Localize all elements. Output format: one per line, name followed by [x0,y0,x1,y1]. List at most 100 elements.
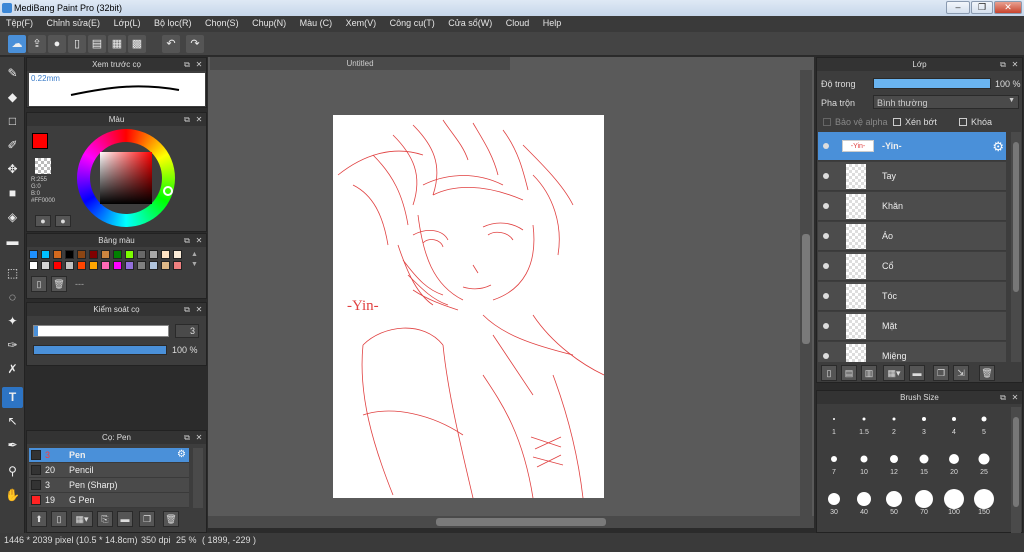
scroll-thumb[interactable] [436,518,606,526]
menu-file[interactable]: Tệp(F) [0,16,38,28]
gear-icon[interactable]: ⚙ [992,139,1004,155]
gradient-tool-icon[interactable]: ▬ [2,231,23,252]
layer-add-menu-icon[interactable]: ▦▾ [883,365,905,381]
visibility-icon[interactable] [823,323,829,329]
transparent-color-swatch[interactable] [35,158,51,174]
undo-icon[interactable]: ↶ [162,35,180,53]
menu-window[interactable]: Cửa sổ(W) [442,16,497,28]
layer-duplicate-icon[interactable]: ❐ [933,365,949,381]
palette-swatch[interactable] [89,250,98,259]
brush-size-cell[interactable]: 3 [909,407,939,437]
brush-duplicate-icon[interactable]: ❐ [139,511,155,527]
hue-cursor[interactable] [163,186,173,196]
palette-swatch[interactable] [173,261,182,270]
menu-tools[interactable]: Công cụ(T) [384,16,440,28]
palette-swatch[interactable] [113,261,122,270]
menu-filter[interactable]: Bộ lọc(R) [148,16,197,28]
visibility-icon[interactable] [823,263,829,269]
palette-delete-icon[interactable]: 🗑 [51,276,67,292]
rect-tool-icon[interactable]: □ [2,111,23,132]
brush-add-menu-icon[interactable]: ▦▾ [71,511,93,527]
comment-icon[interactable]: ● [48,35,66,53]
layer-row-yin[interactable]: -Yin- -Yin- ⚙ [818,132,1006,161]
lock-checkbox[interactable] [959,118,967,126]
text-tool-icon[interactable]: T [2,387,23,408]
undock-icon[interactable]: ⧉ [998,58,1008,71]
visibility-icon[interactable] [823,353,829,359]
protect-alpha-checkbox[interactable] [823,118,831,126]
scroll-thumb[interactable] [1013,417,1019,507]
palette-swatch[interactable] [125,250,134,259]
brush-folder-icon[interactable]: ▬ [117,511,133,527]
palette-swatch[interactable] [161,250,170,259]
hue-wheel[interactable] [77,129,175,227]
undock-icon[interactable]: ⧉ [182,303,192,316]
lasso-tool-icon[interactable]: ◌ [2,287,23,308]
layer-row[interactable]: Khăn [818,192,1006,221]
palette-swatch[interactable] [173,250,182,259]
undock-icon[interactable]: ⧉ [998,391,1008,404]
brush-size-cell[interactable]: 20 [939,447,969,477]
palette-swatch[interactable] [29,261,38,270]
maximize-button[interactable]: ❐ [971,1,993,14]
brush-size-cell[interactable]: 5 [969,407,999,437]
brush-item-g-pen[interactable]: 19 G Pen [29,493,189,508]
brush-size-cell[interactable]: 1 [819,407,849,437]
visibility-icon[interactable] [823,173,829,179]
primary-color-swatch[interactable] [32,133,48,149]
palette-swatch[interactable] [125,261,134,270]
menu-color[interactable]: Màu (C) [294,16,338,28]
panel-close-icon[interactable]: ✕ [194,303,204,316]
palette-swatch[interactable] [137,250,146,259]
dot-tool-icon[interactable]: ✐ [2,135,23,156]
brush-size-input[interactable]: 3 [175,324,199,338]
layer-row[interactable]: Tóc [818,282,1006,311]
dropper2-tool-icon[interactable]: ⚲ [2,461,23,482]
palette-swatch[interactable] [53,250,62,259]
eraser-tool-icon[interactable]: ◆ [2,87,23,108]
palette-scroll[interactable]: ▲ ▼ [191,250,201,272]
layer-new-icon[interactable]: ▯ [821,365,837,381]
hand-tool-icon[interactable]: ✋ [2,485,23,506]
brush-item-pen-sharp[interactable]: 3 Pen (Sharp) [29,478,189,493]
panel-close-icon[interactable]: ✕ [194,431,204,444]
scroll-thumb[interactable] [802,234,810,344]
menu-edit[interactable]: Chỉnh sửa(E) [41,16,106,28]
brush-size-cell[interactable]: 40 [849,487,879,517]
cloud-icon[interactable]: ☁ [8,35,26,53]
redo-icon[interactable]: ↷ [186,35,204,53]
layer-delete-icon[interactable]: 🗑 [979,365,995,381]
color-swap-icon[interactable]: ● [55,215,71,227]
brush-list-scrollbar[interactable] [193,448,203,508]
brush-size-cell[interactable]: 1.5 [849,407,879,437]
brush-item-pencil[interactable]: 20 Pencil [29,463,189,478]
brush-size-cell[interactable]: 70 [909,487,939,517]
menu-layer[interactable]: Lớp(L) [108,16,146,28]
minimize-button[interactable]: – [946,1,970,14]
layer-row[interactable]: Miệng [818,342,1006,362]
brush-size-slider[interactable] [33,325,169,337]
palette-swatch[interactable] [41,250,50,259]
brush-size-cell[interactable]: 150 [969,487,999,517]
undock-icon[interactable]: ⧉ [182,58,192,71]
brush-size-cell[interactable]: 30 [819,487,849,517]
brush-new-icon[interactable]: ▯ [51,511,67,527]
menu-help[interactable]: Help [537,16,567,28]
panel-close-icon[interactable]: ✕ [1010,58,1020,71]
panel-close-icon[interactable]: ✕ [194,58,204,71]
layer-new-8bit-icon[interactable]: ▥ [861,365,877,381]
close-button[interactable]: ✕ [994,1,1022,14]
magic-wand-icon[interactable]: ✦ [2,311,23,332]
brush-delete-icon[interactable]: 🗑 [163,511,179,527]
brush-size-cell[interactable]: 7 [819,447,849,477]
palette-swatch[interactable] [77,261,86,270]
palette-swatch[interactable] [149,261,158,270]
palette-swatch[interactable] [113,250,122,259]
brush-size-cell[interactable]: 100 [939,487,969,517]
palette-swatch[interactable] [101,261,110,270]
saturation-value-square[interactable] [100,152,152,204]
undock-icon[interactable]: ⧉ [182,431,192,444]
canvas-vertical-scrollbar[interactable] [800,70,812,517]
panel-close-icon[interactable]: ✕ [1010,391,1020,404]
brush-size-cell[interactable]: 2 [879,407,909,437]
